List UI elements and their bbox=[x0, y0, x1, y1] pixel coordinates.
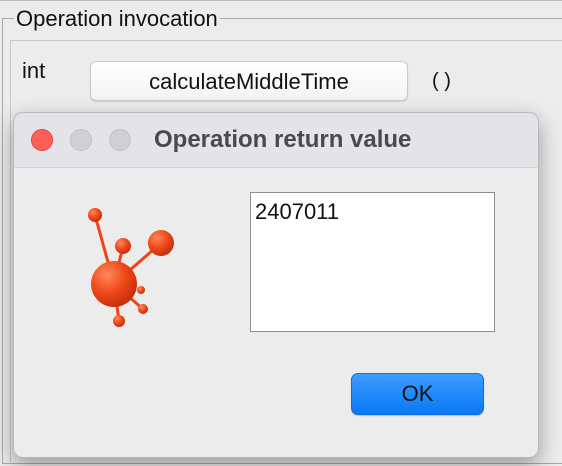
return-type-label: int bbox=[22, 58, 46, 83]
minimize-window-button[interactable] bbox=[70, 129, 92, 151]
invoke-method-button[interactable]: calculateMiddleTime bbox=[90, 61, 408, 101]
zoom-window-button[interactable] bbox=[109, 129, 131, 151]
dialog-title: Operation return value bbox=[154, 126, 412, 153]
molecule-logo-icon bbox=[88, 208, 174, 327]
parameters-label: ( ) bbox=[432, 70, 451, 92]
return-value-field[interactable]: 2407011 bbox=[250, 192, 495, 332]
close-window-button[interactable] bbox=[31, 129, 53, 151]
fieldset-legend: Operation invocation bbox=[14, 6, 220, 32]
top-divider bbox=[0, 0, 562, 1]
return-value-dialog: Operation return value 2407011 OK bbox=[13, 112, 539, 458]
ok-button[interactable]: OK bbox=[351, 373, 484, 415]
dialog-titlebar[interactable]: Operation return value bbox=[14, 113, 538, 168]
